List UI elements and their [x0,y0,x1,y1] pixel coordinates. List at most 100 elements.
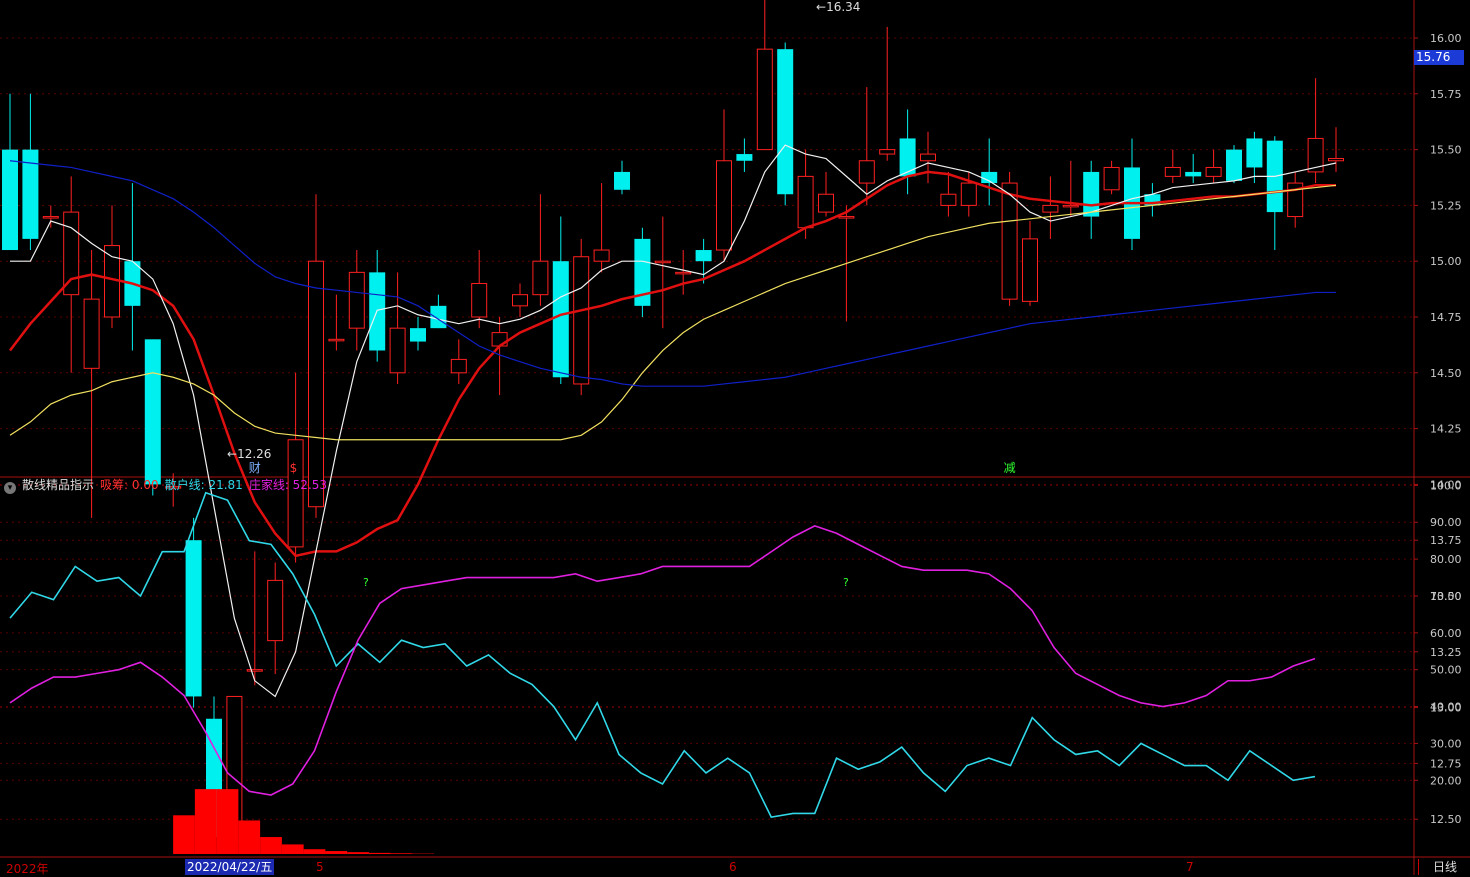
price-tick-label: 14.25 [1430,423,1462,436]
candle-body [757,49,772,149]
xishou-value: 0.00 [132,478,159,492]
xishou-bar [173,815,195,854]
sanhu-line [10,493,1315,817]
indicator-tick-label: 60.00 [1430,627,1462,640]
candle-body [777,49,793,194]
xishou-bar [238,820,260,854]
candle-body [717,161,732,250]
candle-body [798,176,813,227]
candle-body [941,194,956,205]
candle-body [1226,150,1242,181]
signal-marker: 减 [1004,461,1016,475]
candle-body [186,540,202,696]
indicator-tick-label: 20.00 [1430,774,1462,787]
candle-body [594,250,609,261]
candle-body [880,150,895,154]
candle-body [145,339,161,484]
indicator-tick-label: 70.00 [1430,590,1462,603]
candle-body [1329,159,1344,161]
date-label-year: 2022年 [6,860,49,877]
date-label-june: 6 [729,860,737,874]
zhuangjia-line [10,526,1315,795]
price-tick-label: 12.50 [1430,813,1462,826]
price-tick-label: 15.75 [1430,88,1462,101]
candle-body [64,212,79,295]
xishou-bar [195,789,217,854]
stock-chart[interactable]: 16.0015.7515.5015.2515.0014.7514.5014.25… [0,0,1470,875]
candle-body [451,359,466,372]
candle-body [1165,167,1180,176]
candle-body [614,172,630,190]
candle-body [1063,205,1078,207]
candle-body [1002,183,1017,299]
xishou-bar [282,844,304,854]
candle-body [1104,167,1119,189]
high-price-value: 16.34 [826,0,860,14]
low-price-value: 12.26 [237,447,271,461]
candle-body [329,339,344,341]
xishou-bar [391,853,413,854]
candle-body [472,284,487,317]
collapse-toggle-icon[interactable]: ▾ [4,482,16,494]
candle-body [553,261,569,377]
price-tick-label: 14.50 [1430,367,1462,380]
candle-body [390,328,405,373]
candle-body [1206,167,1221,176]
candle-body [574,257,589,384]
price-tick-label: 15.50 [1430,144,1462,157]
xishou-bar [325,851,347,854]
price-tick-label: 15.00 [1430,255,1462,268]
candle-body [859,161,874,183]
period-daily-button[interactable]: 日线 [1418,859,1470,875]
candle-body [430,306,446,328]
date-label-july: 7 [1186,860,1194,874]
price-tick-label: 14.75 [1430,311,1462,324]
zhuangjia-label: 庄家线: [249,478,293,492]
candle-body [655,261,670,263]
sanhu-label: 散户线: [165,478,209,492]
candle-body [921,154,936,161]
xishou-bars [173,789,434,854]
candle-body [1246,138,1262,167]
selected-date-badge: 2022/04/22/五 [185,859,274,875]
question-marker: ? [363,576,369,589]
price-tick-label: 13.75 [1430,534,1462,547]
indicator-tick-label: 90.00 [1430,516,1462,529]
candle-body [533,261,548,294]
candle-body [961,183,976,205]
xishou-readout: 吸筹: 0.00 [100,478,159,492]
candle-body [696,250,712,261]
candle-body [736,154,752,161]
candle-body [839,217,854,219]
candle-body [309,261,324,507]
date-label-may: 5 [316,860,324,874]
sanhu-value: 21.81 [208,478,242,492]
signal-marker: 财 [249,461,261,475]
indicator-tick-label: 80.00 [1430,553,1462,566]
candle-body [900,138,916,176]
indicator-tick-label: 30.00 [1430,737,1462,750]
sanhu-readout: 散户线: 21.81 [165,478,243,492]
question-marker: ? [843,576,849,589]
candle-body [1023,239,1038,301]
candle-body [676,272,691,274]
candle-body [349,272,364,328]
candle-body [819,194,834,212]
zhuangjia-value: 52.53 [293,478,327,492]
xishou-bar [304,849,326,854]
candlestick-series [2,0,1344,853]
xishou-bar [217,789,239,854]
last-price-badge: 15.76 [1414,50,1464,65]
candle-body [1185,172,1201,176]
indicator-tick-label: 50.00 [1430,664,1462,677]
indicator-name: 散线精品指示 [22,478,94,492]
xishou-label: 吸筹: [100,478,132,492]
low-price-marker: ←12.26 [227,447,271,461]
high-price-marker: ←16.34 [816,0,860,14]
zhuangjia-readout: 庄家线: 52.53 [249,478,327,492]
indicator-tick-label: 40.00 [1430,701,1462,714]
price-tick-label: 13.25 [1430,646,1462,659]
candle-body [513,295,528,306]
xishou-bar [347,852,369,854]
indicator-header: ▾ 散线精品指示吸筹: 0.00 散户线: 21.81 庄家线: 52.53 [4,476,333,494]
